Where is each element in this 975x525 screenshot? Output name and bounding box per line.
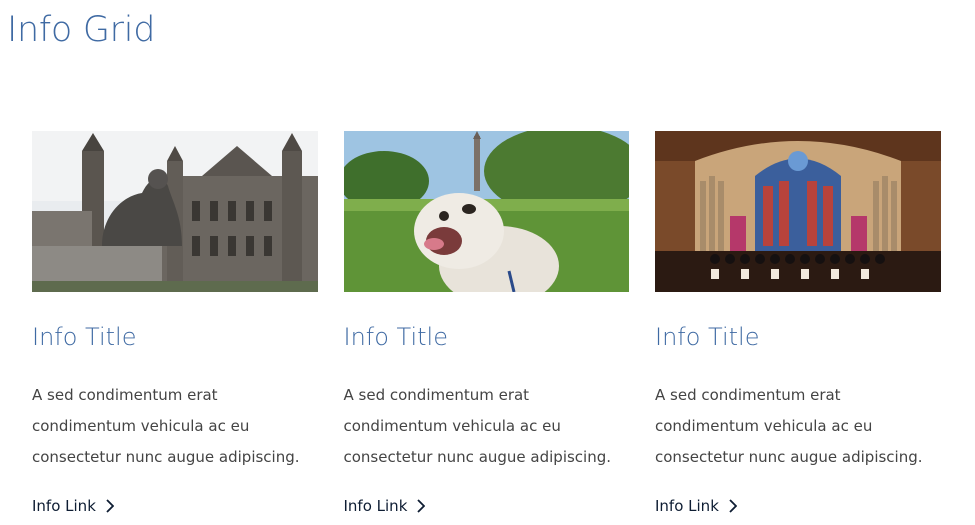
card-image-bulldog — [343, 131, 630, 292]
card-image-campus-building — [32, 131, 318, 292]
card-description: A sed condimentum erat condimentum vehic… — [655, 386, 923, 466]
page-title: Info Grid — [7, 10, 156, 50]
card-title: Info Title — [32, 323, 137, 351]
info-card: Info Title A sed condimentum erat condim… — [655, 131, 941, 515]
card-title: Info Title — [343, 323, 448, 351]
info-link[interactable]: Info Link — [655, 497, 737, 515]
info-link[interactable]: Info Link — [344, 497, 426, 515]
chevron-right-icon — [729, 499, 737, 513]
card-description: A sed condimentum erat condimentum vehic… — [32, 386, 300, 466]
chevron-right-icon — [417, 499, 426, 513]
info-link-label: Info Link — [655, 497, 719, 515]
card-description: A sed condimentum erat condimentum vehic… — [343, 386, 612, 466]
card-image-chapel-choir — [655, 131, 941, 292]
info-link-label: Info Link — [32, 497, 96, 515]
chevron-right-icon — [106, 499, 114, 513]
info-grid: Info Title A sed condimentum erat condim… — [32, 131, 941, 515]
info-link-label: Info Link — [343, 497, 408, 515]
info-card: Info Title A sed condimentum erat condim… — [32, 131, 318, 515]
info-card: Info Title A sed condimentum erat condim… — [343, 131, 630, 515]
card-title: Info Title — [655, 323, 760, 351]
info-link[interactable]: Info Link — [32, 497, 114, 515]
